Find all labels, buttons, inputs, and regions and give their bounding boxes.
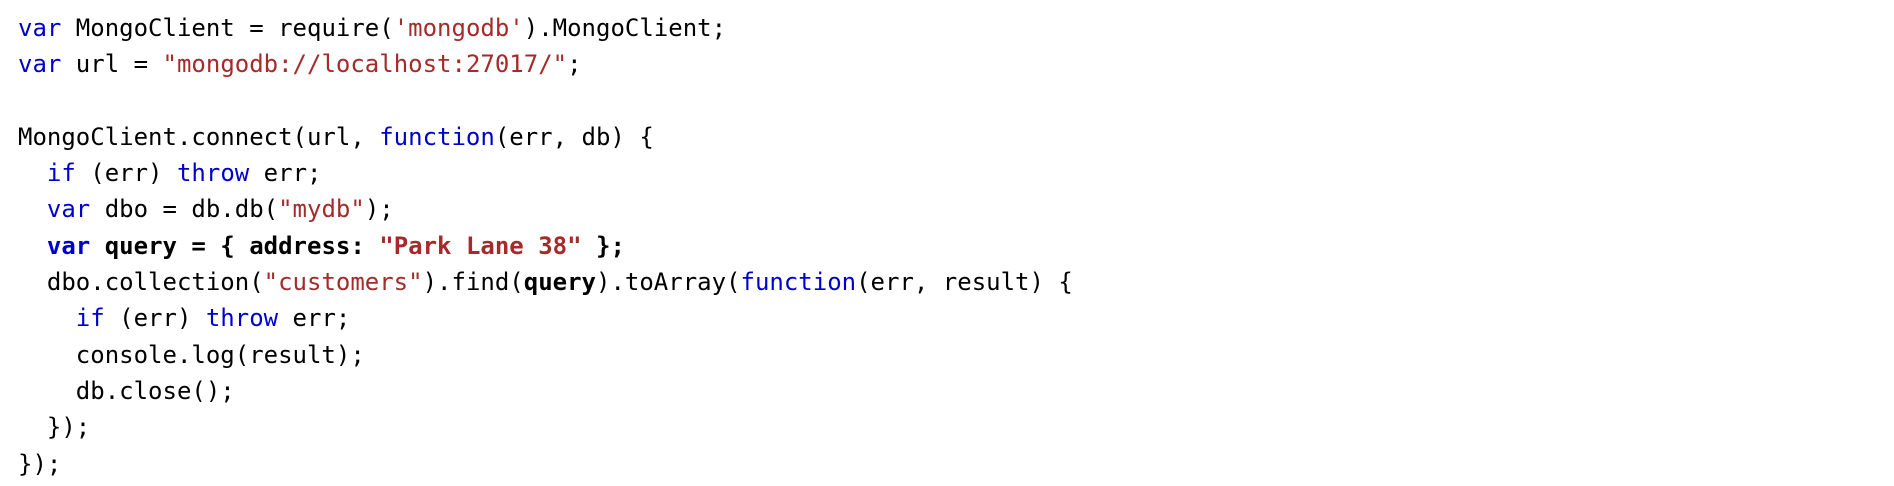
code-line: if (err) throw err; (18, 300, 1878, 336)
code-line: db.close(); (18, 373, 1878, 409)
code-line: var dbo = db.db("mydb"); (18, 191, 1878, 227)
code-line: if (err) throw err; (18, 155, 1878, 191)
code-text: dbo = db.db( (90, 195, 279, 224)
code-text: console.log(result); (18, 340, 365, 369)
code-text: err; (249, 159, 322, 188)
code-viewer: var MongoClient = require('mongodb').Mon… (18, 10, 1878, 476)
code-keyword: function (740, 268, 857, 297)
code-text: (err, result) { (856, 268, 1073, 297)
code-line: MongoClient.connect(url, function(err, d… (18, 119, 1878, 155)
code-string: 'mongodb' (393, 14, 524, 42)
code-line: dbo.collection("customers").find(query).… (18, 264, 1878, 300)
code-string: "customers" (263, 268, 423, 297)
code-block: var MongoClient = require('mongodb').Mon… (18, 10, 1878, 476)
code-text: }; (581, 231, 625, 260)
code-text: (err, db) { (494, 122, 654, 151)
code-text: (err) (75, 159, 177, 188)
code-string: "Park Lane 38" (379, 231, 582, 260)
code-text: MongoClient = require( (61, 14, 394, 42)
code-text: ; (567, 50, 582, 79)
code-text: ).toArray( (596, 268, 741, 297)
code-keyword: throw (205, 304, 279, 333)
code-text: query = { address: (90, 231, 380, 260)
code-keyword: function (379, 122, 495, 151)
code-keyword: if (75, 304, 105, 333)
code-text: url = (61, 50, 163, 79)
code-line: }); (18, 446, 1878, 476)
code-line: }); (18, 409, 1878, 445)
code-text: MongoClient.connect(url, (18, 122, 380, 151)
code-keyword: var (46, 195, 91, 224)
code-string: "mongodb://localhost:27017/" (162, 50, 568, 79)
code-text: db.close(); (18, 376, 235, 405)
code-keyword: var (46, 231, 91, 260)
code-line: var MongoClient = require('mongodb').Mon… (18, 10, 1878, 46)
code-keyword: if (46, 159, 76, 188)
code-keyword: var (18, 50, 62, 79)
code-text: dbo.collection( (18, 268, 264, 297)
code-keyword: throw (176, 159, 250, 188)
code-line: console.log(result); (18, 337, 1878, 373)
code-line: var url = "mongodb://localhost:27017/"; (18, 46, 1878, 82)
code-text: ); (364, 195, 394, 224)
code-text: ).MongoClient; (523, 14, 727, 42)
code-text: }); (18, 449, 62, 476)
code-text: ).find( (422, 268, 524, 297)
code-text: query (523, 268, 596, 297)
code-keyword: var (18, 14, 62, 42)
code-text: (err) (104, 304, 206, 333)
code-text: err; (278, 304, 351, 333)
code-string: "mydb" (278, 195, 365, 224)
code-text: }); (18, 413, 91, 442)
code-line: var query = { address: "Park Lane 38" }; (18, 228, 1878, 264)
